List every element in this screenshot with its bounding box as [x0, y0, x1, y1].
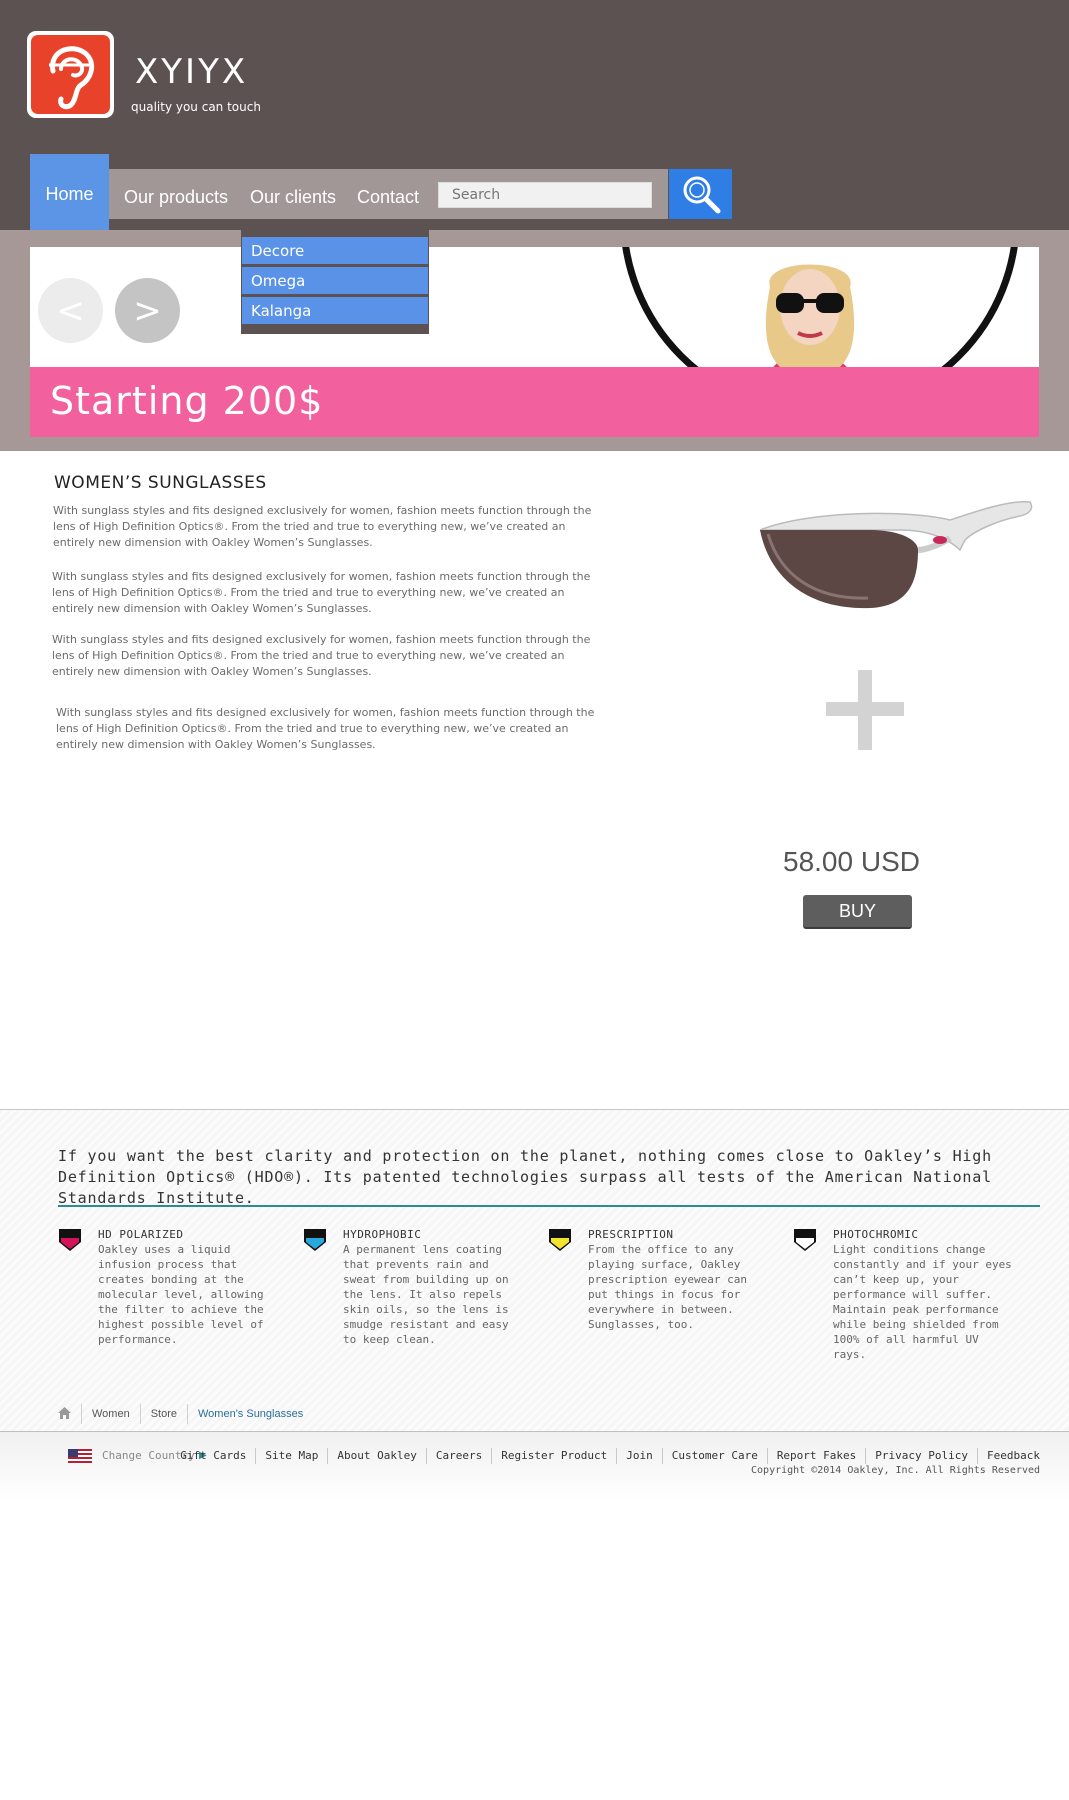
plus-icon[interactable] [826, 670, 904, 750]
breadcrumb: Women Store Women's Sunglasses [58, 1404, 313, 1424]
footer-links: Gift Cards Site Map About Oakley Careers… [171, 1448, 1040, 1464]
nav-our-products[interactable]: Our products [124, 187, 228, 208]
slider-next-button[interactable]: > [115, 278, 180, 343]
footer-link-careers[interactable]: Careers [425, 1448, 491, 1464]
footer-link-customer-care[interactable]: Customer Care [661, 1448, 767, 1464]
search-icon [683, 176, 720, 214]
footer-divider [58, 1205, 1040, 1207]
brand-tagline: quality you can touch [131, 100, 261, 114]
dropdown-item-kalanga[interactable]: Kalanga [242, 297, 428, 324]
slider-prev-button[interactable]: < [38, 278, 103, 343]
footer-link-join[interactable]: Join [616, 1448, 662, 1464]
page-title: WOMEN’S SUNGLASSES [54, 473, 267, 493]
ear-logo-icon [49, 46, 95, 110]
description-paragraph: With sunglass styles and fits designed e… [53, 504, 592, 549]
brand-name: XYIYX [135, 52, 249, 92]
description-paragraph: With sunglass styles and fits designed e… [52, 570, 591, 615]
footer-link-about-oakley[interactable]: About Oakley [327, 1448, 425, 1464]
breadcrumb-current: Women's Sunglasses [187, 1404, 313, 1424]
nav-contact[interactable]: Contact [357, 187, 419, 208]
footer-link-feedback[interactable]: Feedback [977, 1448, 1040, 1464]
hero-banner: Starting 200$ [30, 247, 1039, 437]
breadcrumb-women[interactable]: Women [81, 1404, 140, 1424]
buy-button[interactable]: BUY [803, 895, 912, 929]
footer-link-register-product[interactable]: Register Product [491, 1448, 616, 1464]
breadcrumb-store[interactable]: Store [139, 1404, 187, 1424]
nav-home[interactable]: Home [30, 154, 109, 234]
dropdown-item-omega[interactable]: Omega [242, 267, 428, 294]
sunglasses-image [759, 500, 1033, 609]
us-flag-icon[interactable] [68, 1449, 92, 1463]
description-paragraph: With sunglass styles and fits designed e… [52, 633, 591, 678]
footer-link-report-fakes[interactable]: Report Fakes [766, 1448, 865, 1464]
hydrophobic-icon [304, 1229, 326, 1251]
footer-link-gift-cards[interactable]: Gift Cards [171, 1448, 255, 1464]
brand-logo[interactable] [27, 31, 114, 118]
photochromic-icon [794, 1229, 816, 1251]
home-icon[interactable] [58, 1406, 81, 1422]
hd-polarized-icon [59, 1229, 81, 1251]
description-paragraph: With sunglass styles and fits designed e… [56, 706, 595, 751]
footer-link-privacy-policy[interactable]: Privacy Policy [865, 1448, 977, 1464]
dropdown-item-decore[interactable]: Decore [242, 237, 428, 264]
product-price: 58.00 USD [783, 846, 920, 877]
footer-intro: If you want the best clarity and protect… [58, 1147, 992, 1207]
search-input[interactable] [438, 182, 652, 208]
nav-our-clients[interactable]: Our clients [250, 187, 336, 208]
copyright: Copyright ©2014 Oakley, Inc. All Rights … [751, 1465, 1040, 1476]
banner-headline: Starting 200$ [50, 379, 324, 423]
prescription-icon [549, 1229, 571, 1251]
search-button[interactable] [669, 169, 732, 219]
footer-link-site-map[interactable]: Site Map [255, 1448, 327, 1464]
